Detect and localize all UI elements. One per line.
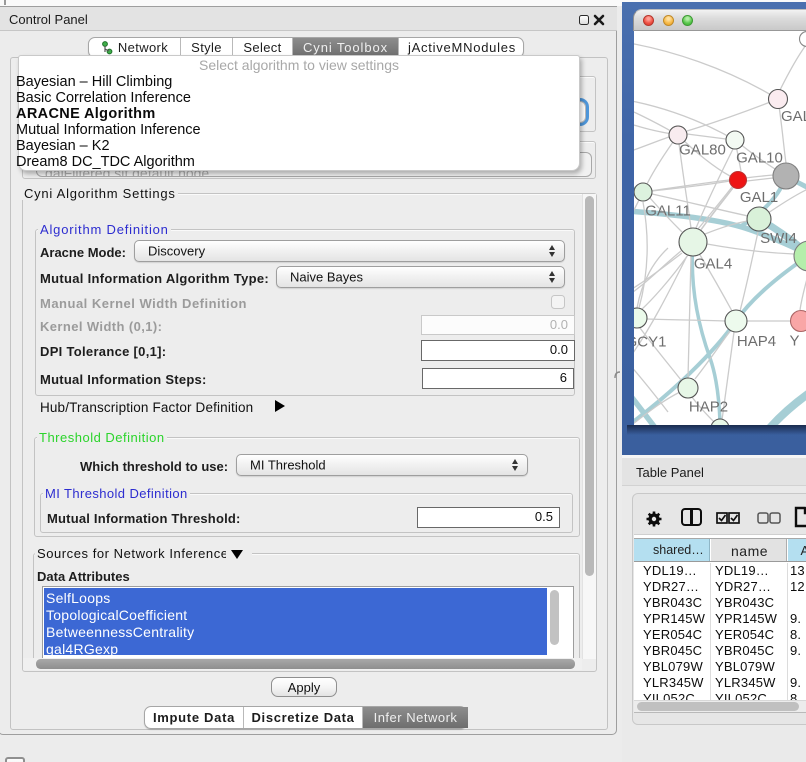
svg-text:SWI4: SWI4 [760,230,797,247]
svg-text:GAL: GAL [781,108,806,125]
svg-text:GCY1: GCY1 [634,334,666,351]
svg-text:HAP2: HAP2 [689,399,728,416]
svg-text:GAL80: GAL80 [679,142,726,159]
svg-text:GAL10: GAL10 [736,150,783,167]
svg-text:GAL11: GAL11 [645,203,691,220]
svg-text:HAP4: HAP4 [737,333,776,350]
svg-text:GAL1: GAL1 [740,189,778,206]
svg-text:GAL4: GAL4 [694,256,732,273]
svg-text:Y: Y [789,333,799,350]
